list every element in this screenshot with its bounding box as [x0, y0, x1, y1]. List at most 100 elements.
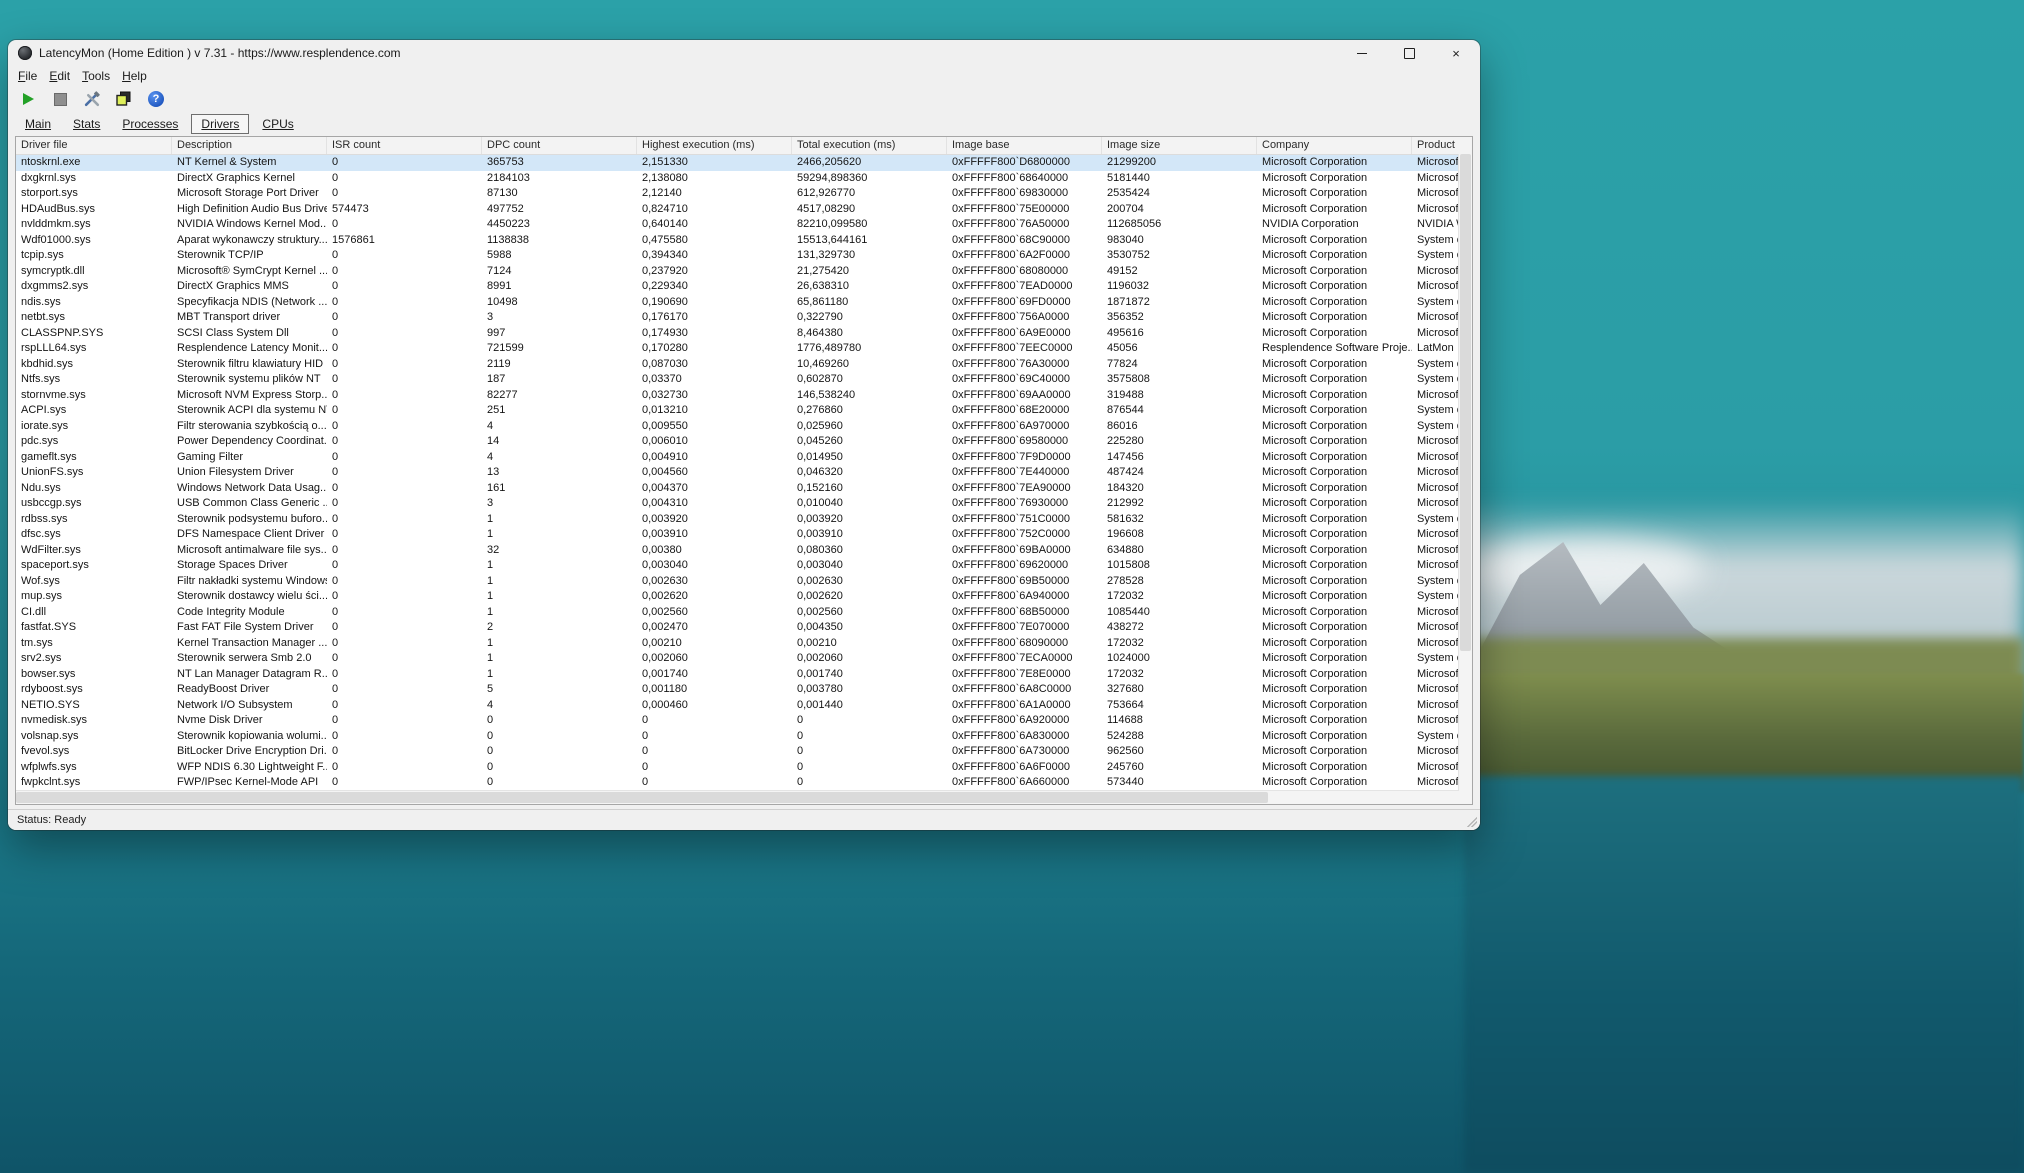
- maximize-button[interactable]: [1389, 40, 1429, 66]
- table-row[interactable]: Wdf01000.sys Aparat wykonawczy struktury.…: [16, 233, 1472, 249]
- cell-image-size: 5181440: [1107, 171, 1150, 184]
- table-row[interactable]: volsnap.sys Sterownik kopiowania wolumi..…: [16, 729, 1472, 745]
- table-row[interactable]: storport.sys Microsoft Storage Port Drive…: [16, 186, 1472, 202]
- table-row[interactable]: WdFilter.sys Microsoft antimalware file s…: [16, 543, 1472, 559]
- column-header-product[interactable]: Product: [1412, 137, 1472, 154]
- table-row[interactable]: Ntfs.sys Sterownik systemu plików NT 0 187 0…: [16, 372, 1472, 388]
- column-header-dpc-count[interactable]: DPC count: [482, 137, 637, 154]
- options-button[interactable]: [82, 89, 102, 109]
- help-button[interactable]: ?: [146, 89, 166, 109]
- vertical-scrollbar[interactable]: [1458, 154, 1472, 791]
- table-row[interactable]: rdbss.sys Sterownik podsystemu buforo... 0…: [16, 512, 1472, 528]
- table-row[interactable]: fastfat.SYS Fast FAT File System Driver 0 2…: [16, 620, 1472, 636]
- cell-highest-execution-ms: 0,001740: [642, 667, 688, 680]
- cell-description: DirectX Graphics Kernel: [177, 171, 295, 184]
- table-row[interactable]: ntoskrnl.exe NT Kernel & System 0 365753 2,1…: [16, 155, 1472, 171]
- column-header-isr-count[interactable]: ISR count: [327, 137, 482, 154]
- copy-report-button[interactable]: [114, 89, 134, 109]
- table-row[interactable]: gameflt.sys Gaming Filter 0 4 0,004910 0,0149…: [16, 450, 1472, 466]
- table-row[interactable]: pdc.sys Power Dependency Coordinat... 0 14 0…: [16, 434, 1472, 450]
- cell-dpc-count: 365753: [487, 156, 524, 168]
- table-row[interactable]: tcpip.sys Sterownik TCP/IP 0 5988 0,394340 13…: [16, 248, 1472, 264]
- table-row[interactable]: kbdhid.sys Sterownik filtru klawiatury HI…: [16, 357, 1472, 373]
- table-row[interactable]: srv2.sys Sterownik serwera Smb 2.0 0 1 0,002…: [16, 651, 1472, 667]
- minimize-button[interactable]: [1342, 40, 1382, 66]
- cell-highest-execution-ms: 0,002470: [642, 621, 688, 633]
- column-header-total-execution-ms[interactable]: Total execution (ms): [792, 137, 947, 154]
- table-row[interactable]: bowser.sys NT Lan Manager Datagram R... 0 1…: [16, 667, 1472, 683]
- table-row[interactable]: nvlddmkm.sys NVIDIA Windows Kernel Mod...…: [16, 217, 1472, 233]
- cell-total-execution-ms: 0: [797, 714, 804, 726]
- column-header-image-size[interactable]: Image size: [1102, 137, 1257, 154]
- menu-item-help[interactable]: Help: [116, 68, 153, 84]
- table-row[interactable]: HDAudBus.sys High Definition Audio Bus Dr…: [16, 202, 1472, 218]
- table-row[interactable]: dxgkrnl.sys DirectX Graphics Kernel 0 21841…: [16, 171, 1472, 187]
- table-row[interactable]: CI.dll Code Integrity Module 0 1 0,002560 0,0…: [16, 605, 1472, 621]
- table-row[interactable]: ndis.sys Specyfikacja NDIS (Network ... 0 1…: [16, 295, 1472, 311]
- menu-item-edit[interactable]: Edit: [43, 68, 76, 84]
- table-row[interactable]: Wof.sys Filtr nakładki systemu Windows 0 1 0…: [16, 574, 1472, 590]
- title-bar[interactable]: LatencyMon (Home Edition ) v 7.31 - http…: [8, 40, 1480, 66]
- cell-description: NT Kernel & System: [177, 156, 277, 168]
- table-row[interactable]: ACPI.sys Sterownik ACPI dla systemu NT 0 25…: [16, 403, 1472, 419]
- menu-item-file[interactable]: File: [12, 68, 43, 84]
- cell-highest-execution-ms: 2,151330: [642, 156, 688, 168]
- column-header-driver-file[interactable]: Driver file: [16, 137, 172, 154]
- table-row[interactable]: rdyboost.sys ReadyBoost Driver 0 5 0,001180 0…: [16, 682, 1472, 698]
- cell-driver-file: spaceport.sys: [21, 559, 89, 571]
- menu-item-tools[interactable]: Tools: [76, 68, 116, 84]
- table-row[interactable]: iorate.sys Filtr sterowania szybkością o.…: [16, 419, 1472, 435]
- cell-description: Kernel Transaction Manager ...: [177, 636, 327, 649]
- cell-total-execution-ms: 0,003910: [797, 528, 843, 540]
- cell-driver-file: rspLLL64.sys: [21, 342, 87, 354]
- cell-dpc-count: 4: [487, 419, 494, 432]
- column-header-highest-execution-ms[interactable]: Highest execution (ms): [637, 137, 792, 154]
- table-row[interactable]: rspLLL64.sys Resplendence Latency Monit..…: [16, 341, 1472, 357]
- table-row[interactable]: CLASSPNP.SYS SCSI Class System Dll 0 997 0,1…: [16, 326, 1472, 342]
- table-row[interactable]: stornvme.sys Microsoft NVM Express Storp.…: [16, 388, 1472, 404]
- table-row[interactable]: fwpkclnt.sys FWP/IPsec Kernel-Mode API 0 0 0…: [16, 775, 1472, 790]
- table-row[interactable]: dxgmms2.sys DirectX Graphics MMS 0 8991 0,22…: [16, 279, 1472, 295]
- table-row[interactable]: usbccgp.sys USB Common Class Generic ... 0…: [16, 496, 1472, 512]
- close-button[interactable]: ×: [1436, 40, 1476, 66]
- table-row[interactable]: symcryptk.dll Microsoft® SymCrypt Kernel …: [16, 264, 1472, 280]
- cell-image-base: 0xFFFFF800`68C90000: [952, 233, 1070, 246]
- table-row[interactable]: Ndu.sys Windows Network Data Usag... 0 161 0…: [16, 481, 1472, 497]
- table-row[interactable]: netbt.sys MBT Transport driver 0 3 0,176170 0…: [16, 310, 1472, 326]
- horizontal-scrollbar[interactable]: [16, 790, 1472, 804]
- table-row[interactable]: dfsc.sys DFS Namespace Client Driver 0 1 0,0…: [16, 527, 1472, 543]
- cell-image-base: 0xFFFFF800`68080000: [952, 264, 1069, 277]
- cell-company: Microsoft Corporation: [1262, 636, 1368, 649]
- cell-total-execution-ms: 146,538240: [797, 388, 856, 401]
- table-row[interactable]: mup.sys Sterownik dostawcy wielu ści... 0 1…: [16, 589, 1472, 605]
- vertical-scrollbar-thumb[interactable]: [1460, 154, 1471, 651]
- table-row[interactable]: spaceport.sys Storage Spaces Driver 0 1 0,00…: [16, 558, 1472, 574]
- column-header-company[interactable]: Company: [1257, 137, 1412, 154]
- resize-grip[interactable]: [1467, 817, 1477, 827]
- cell-company: Microsoft Corporation: [1262, 264, 1368, 277]
- table-row[interactable]: nvmedisk.sys Nvme Disk Driver 0 0 0 0 0xFFFFF8…: [16, 713, 1472, 729]
- table-row[interactable]: wfplwfs.sys WFP NDIS 6.30 Lightweight F..…: [16, 760, 1472, 776]
- cell-dpc-count: 187: [487, 373, 506, 385]
- column-header-description[interactable]: Description: [172, 137, 327, 154]
- tab-drivers[interactable]: Drivers: [191, 114, 250, 134]
- horizontal-scrollbar-thumb[interactable]: [16, 792, 1269, 803]
- tab-processes[interactable]: Processes: [113, 115, 187, 133]
- cell-dpc-count: 0: [487, 745, 494, 757]
- cell-description: Sterownik serwera Smb 2.0: [177, 652, 312, 664]
- stop-monitor-button[interactable]: [50, 89, 70, 109]
- cell-description: Resplendence Latency Monit...: [177, 342, 327, 354]
- start-monitor-button[interactable]: [18, 89, 38, 109]
- table-row[interactable]: NETIO.SYS Network I/O Subsystem 0 4 0,000460…: [16, 698, 1472, 714]
- tab-cpus[interactable]: CPUs: [253, 115, 302, 133]
- table-row[interactable]: tm.sys Kernel Transaction Manager ... 0 1 0,…: [16, 636, 1472, 652]
- table-row[interactable]: UnionFS.sys Union Filesystem Driver 0 13 0,0…: [16, 465, 1472, 481]
- cell-dpc-count: 721599: [487, 342, 524, 354]
- tab-stats[interactable]: Stats: [64, 115, 109, 133]
- column-header-image-base[interactable]: Image base: [947, 137, 1102, 154]
- minimize-icon: [1357, 52, 1367, 54]
- tab-main[interactable]: Main: [16, 115, 60, 133]
- table-row[interactable]: fvevol.sys BitLocker Drive Encryption Dri…: [16, 744, 1472, 760]
- close-icon: ×: [1452, 45, 1460, 61]
- cell-company: Microsoft Corporation: [1262, 652, 1368, 664]
